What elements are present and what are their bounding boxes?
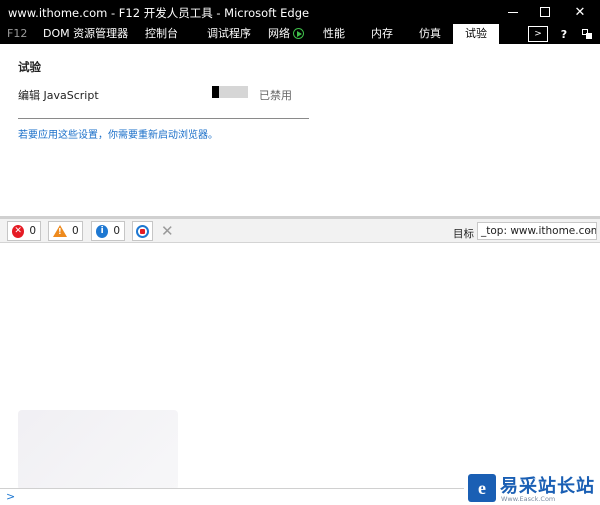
tab-memory[interactable]: 内存 [371,24,393,44]
close-button[interactable]: ✕ [564,0,596,24]
f12-label: F12 [7,27,28,40]
edit-javascript-label: 编辑 JavaScript [18,89,99,102]
chevron-down-icon: ⌵ [586,226,593,236]
tab-network[interactable]: 网络 [268,24,304,44]
record-play-icon[interactable] [293,28,304,39]
edit-javascript-toggle[interactable] [212,86,248,98]
maximize-button[interactable] [529,0,561,24]
errors-filter-button[interactable]: ✕ 0 [7,221,41,241]
console-prompt: > [6,490,16,503]
tab-console[interactable]: 控制台 [145,24,178,44]
restart-notice: 若要应用这些设置，你需要重新启动浏览器。 [18,130,218,141]
tab-dom-explorer[interactable]: DOM 资源管理器 [43,24,128,44]
divider [18,118,309,119]
clear-on-navigate-icon [136,224,149,238]
minimize-button[interactable] [497,0,529,24]
target-value: _top: www.ithome.com [481,225,597,237]
tab-debugger[interactable]: 调试程序 [207,24,251,44]
tab-experiments[interactable]: 试验 [453,24,499,44]
tab-performance[interactable]: 性能 [323,24,345,44]
minimize-icon [508,11,518,13]
info-icon: i [96,224,109,238]
target-select[interactable]: _top: www.ithome.com ⌵ [477,222,597,240]
warnings-filter-button[interactable]: 0 [48,221,83,241]
clear-console-icon[interactable]: ✕ [161,222,174,240]
warning-icon [53,225,67,237]
console-icon: > [534,29,542,39]
toggle-state-text: 已禁用 [259,89,292,102]
tab-emulation[interactable]: 仿真 [419,24,441,44]
clear-on-navigate-button[interactable] [132,221,153,241]
errors-count: 0 [29,225,36,237]
target-label: 目标 [453,228,474,240]
panel-title: 试验 [18,60,41,74]
blurred-area [18,410,178,490]
console-toolbar: ✕ 0 0 i 0 ✕ 目标 _top: www.ithome.com ⌵ [0,219,600,243]
tab-network-label: 网络 [268,27,290,40]
maximize-icon [540,7,550,17]
window-title: www.ithome.com - F12 开发人员工具 - Microsoft … [8,6,310,20]
undock-button[interactable] [582,26,594,42]
show-console-button[interactable]: > [528,26,548,42]
messages-count: 0 [113,225,120,237]
help-button[interactable]: ? [558,26,570,42]
close-icon: ✕ [574,4,586,20]
messages-filter-button[interactable]: i 0 [91,221,125,241]
title-bar: www.ithome.com - F12 开发人员工具 - Microsoft … [0,0,600,24]
help-icon: ? [560,27,568,41]
toggle-knob [212,86,219,98]
devtools-tab-bar: F12 DOM 资源管理器 控制台 调试程序 网络 性能 内存 仿真 试验 > … [0,24,600,44]
warnings-count: 0 [72,225,79,237]
logo-subtext: Www.Easck.Com [501,495,556,503]
site-logo: e 易采站长站 Www.Easck.Com [464,470,600,505]
error-icon: ✕ [12,224,25,238]
logo-mark-icon: e [468,474,496,502]
